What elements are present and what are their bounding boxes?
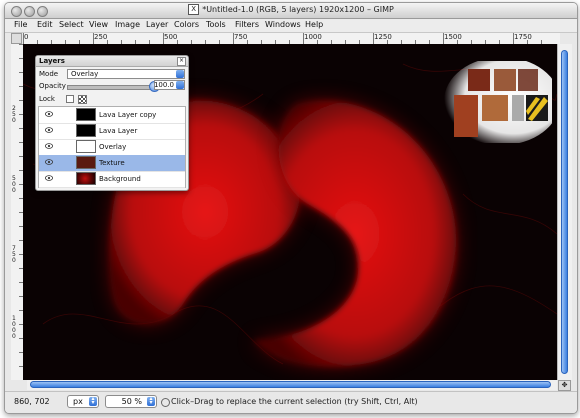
pointer-coordinates: 860, 702 <box>14 397 50 406</box>
ruler-tick <box>443 33 444 44</box>
zoom-stepper-icon[interactable]: ▴ ▾ <box>147 396 155 406</box>
menu-select[interactable]: Select <box>59 20 84 29</box>
opacity-spinbox[interactable]: 100.0 <box>154 80 185 90</box>
layer-thumbnail <box>76 108 96 121</box>
ruler-label: 750 <box>12 245 16 264</box>
layer-row[interactable]: Texture <box>39 155 185 172</box>
layer-row[interactable]: Overlay <box>39 139 185 156</box>
quick-mask-corner-button[interactable] <box>11 33 22 44</box>
layer-thumbnail <box>76 156 96 169</box>
layer-row[interactable]: Background <box>39 171 185 188</box>
layer-list: Lava Layer copy Lava Layer Overlay Textu… <box>38 106 186 188</box>
eye-icon[interactable] <box>45 175 53 181</box>
lock-alpha-icon[interactable] <box>78 95 87 104</box>
ruler-label: 1500 <box>444 33 462 41</box>
unit-stepper-icon[interactable]: ▴ ▾ <box>89 396 97 406</box>
zoom-select[interactable]: 50 % ▴ ▾ <box>105 395 157 408</box>
opacity-slider[interactable] <box>67 85 154 90</box>
layers-dialog: Layers × Mode Overlay Opacity 100.0 Lock… <box>35 55 189 191</box>
ruler-tick <box>93 33 94 44</box>
ruler-label: 1000 <box>12 315 16 340</box>
ruler-label: 250 <box>12 105 16 124</box>
ruler-tick <box>303 33 304 44</box>
ruler-tick <box>233 33 234 44</box>
opacity-label: Opacity <box>39 82 66 90</box>
menu-file[interactable]: File <box>14 20 27 29</box>
zoom-value: 50 % <box>121 397 142 406</box>
menu-edit[interactable]: Edit <box>37 20 53 29</box>
eye-icon[interactable] <box>45 159 53 165</box>
lock-pixels-checkbox[interactable] <box>66 95 74 103</box>
ruler-label: 500 <box>164 33 178 41</box>
vertical-scroll-thumb[interactable] <box>561 50 568 374</box>
ruler-tick <box>23 33 24 44</box>
title-bar[interactable]: X *Untitled-1.0 (RGB, 5 layers) 1920x1200… <box>5 3 577 19</box>
layer-name: Background <box>99 175 141 183</box>
layer-name: Overlay <box>99 143 127 151</box>
vertical-scrollbar[interactable] <box>557 44 572 380</box>
status-bar: 860, 702 px ▴ ▾ 50 % ▴ ▾ Click–Drag to rep… <box>5 391 577 413</box>
window-title: *Untitled-1.0 (RGB, 5 layers) 1920x1200 … <box>202 5 394 14</box>
menu-filters[interactable]: Filters <box>235 20 259 29</box>
layer-row[interactable]: Lava Layer copy <box>39 107 185 124</box>
menu-layer[interactable]: Layer <box>146 20 168 29</box>
ruler-tick <box>513 33 514 44</box>
unit-select[interactable]: px ▴ ▾ <box>67 395 99 408</box>
ruler-label: 0 <box>24 33 29 41</box>
eye-icon[interactable] <box>45 111 53 117</box>
mode-label: Mode <box>39 70 59 78</box>
x11-icon: X <box>188 4 200 15</box>
eye-icon[interactable] <box>45 143 53 149</box>
horizontal-scrollbar[interactable] <box>27 380 557 390</box>
ruler-tick <box>163 33 164 44</box>
mode-stepper-icon[interactable] <box>176 70 184 78</box>
layer-row[interactable]: Lava Layer <box>39 123 185 140</box>
layers-dialog-titlebar[interactable]: Layers × <box>36 56 188 67</box>
mode-select[interactable]: Overlay <box>67 69 185 79</box>
texture-preview-art <box>444 57 560 145</box>
lock-label: Lock <box>39 95 55 103</box>
status-info-icon <box>161 398 170 407</box>
ruler-tick <box>373 33 374 44</box>
ruler-label: 750 <box>234 33 248 41</box>
ruler-label: 250 <box>94 33 108 41</box>
navigate-button[interactable]: ✥ <box>558 380 571 391</box>
horizontal-scroll-thumb[interactable] <box>30 381 551 388</box>
unit-value: px <box>73 397 83 406</box>
layer-thumbnail <box>76 124 96 137</box>
opacity-value: 100.0 <box>153 81 174 89</box>
ruler-label: 1750 <box>514 33 532 41</box>
opacity-stepper-icon[interactable] <box>176 81 184 89</box>
menu-help[interactable]: Help <box>305 20 323 29</box>
layers-dialog-title: Layers <box>39 57 65 65</box>
layer-name: Lava Layer copy <box>99 111 157 119</box>
menu-windows[interactable]: Windows <box>265 20 301 29</box>
texture-preview-popup <box>440 57 560 145</box>
menu-image[interactable]: Image <box>115 20 140 29</box>
menu-tools[interactable]: Tools <box>206 20 226 29</box>
ruler-label: 1000 <box>304 33 322 41</box>
layer-thumbnail <box>76 172 96 185</box>
ruler-label: 1250 <box>374 33 392 41</box>
layer-thumbnail <box>76 140 96 153</box>
status-message: Click–Drag to replace the current select… <box>171 397 418 406</box>
window-title-area: X *Untitled-1.0 (RGB, 5 layers) 1920x1200… <box>5 4 577 15</box>
layer-name: Texture <box>99 159 125 167</box>
close-icon[interactable]: × <box>177 57 186 66</box>
mode-value: Overlay <box>71 70 99 78</box>
eye-icon[interactable] <box>45 127 53 133</box>
menu-bar: File Edit Select View Image Layer Colors… <box>5 19 577 33</box>
menu-colors[interactable]: Colors <box>174 20 199 29</box>
layer-name: Lava Layer <box>99 127 138 135</box>
gimp-window: X *Untitled-1.0 (RGB, 5 layers) 1920x1200… <box>4 2 578 414</box>
ruler-label: 500 <box>12 175 16 194</box>
menu-view[interactable]: View <box>89 20 108 29</box>
